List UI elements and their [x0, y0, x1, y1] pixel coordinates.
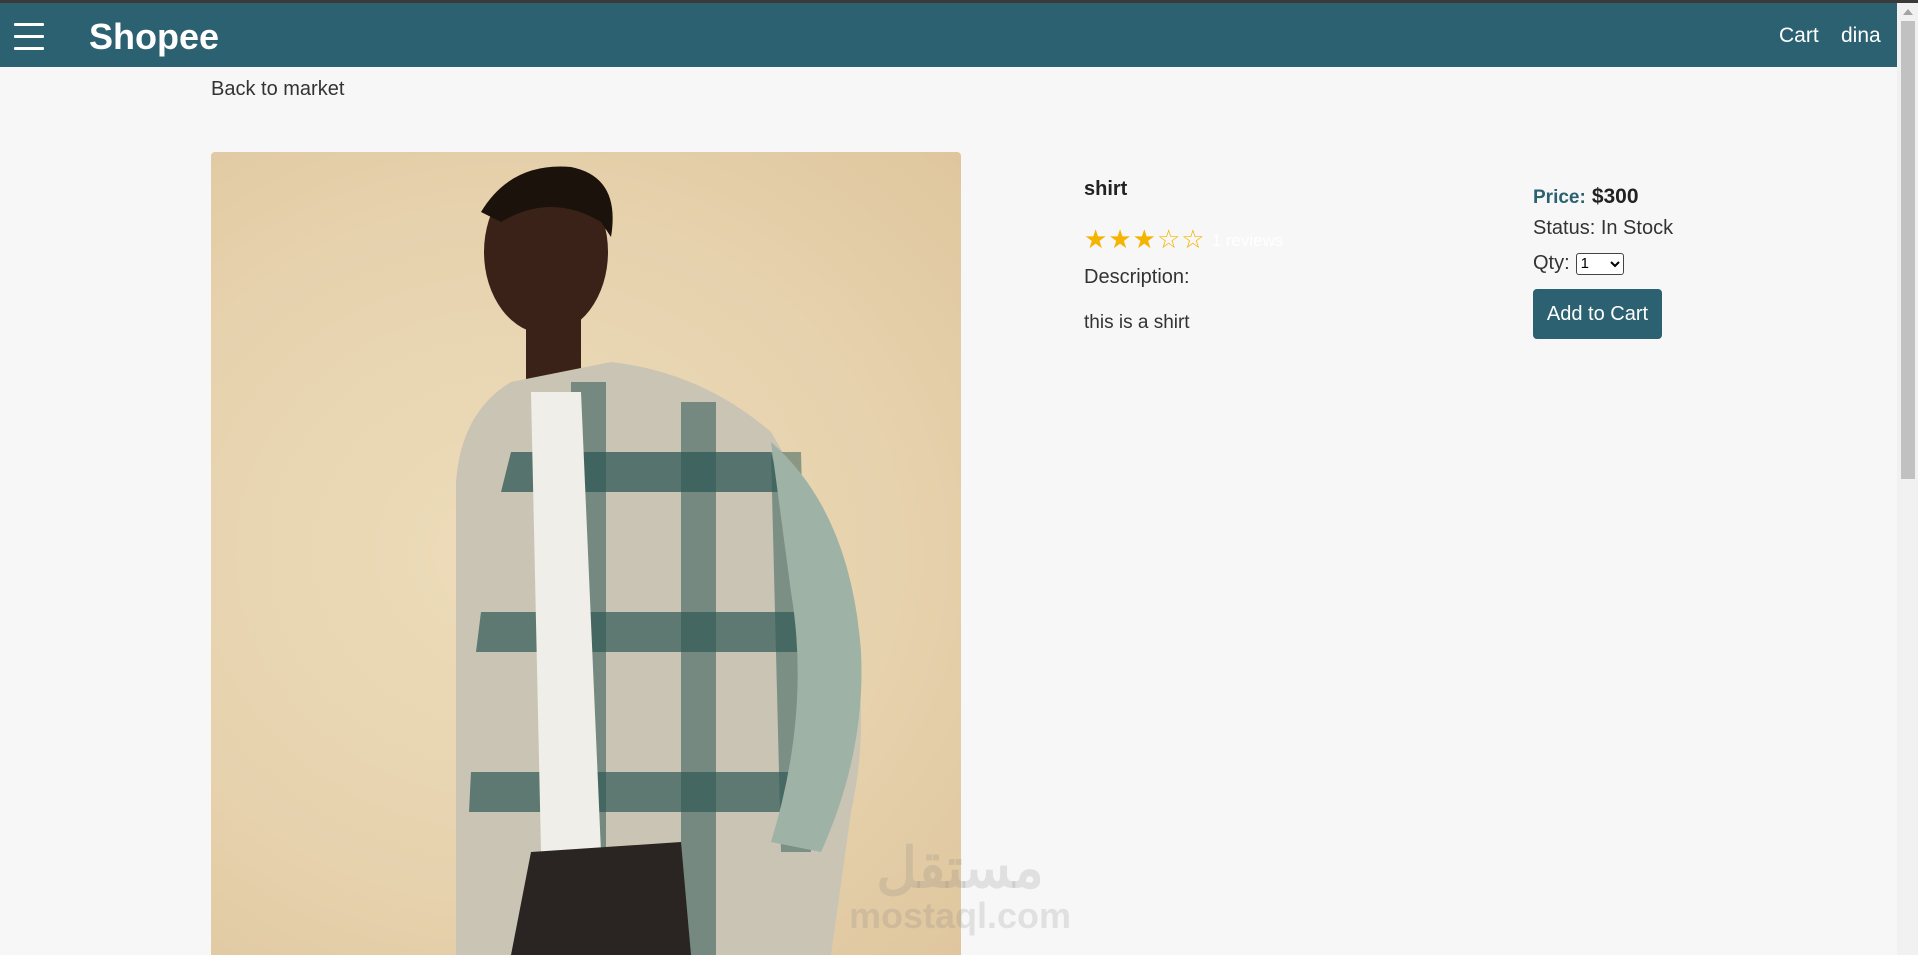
price-label: Price:: [1533, 187, 1586, 208]
product-photo-illustration: [456, 166, 862, 955]
star-filled-icon: ★: [1108, 224, 1132, 254]
price-row: Price: $300: [1533, 185, 1639, 209]
nav-cart-link[interactable]: Cart: [1779, 24, 1819, 48]
product-image: [211, 152, 961, 955]
quantity-label: Qty:: [1533, 252, 1570, 274]
vertical-scrollbar[interactable]: [1897, 3, 1918, 955]
product-title: shirt: [1084, 178, 1128, 200]
brand-logo[interactable]: Shopee: [89, 17, 219, 57]
star-filled-icon: ★: [1132, 224, 1156, 254]
hamburger-menu-icon[interactable]: [14, 23, 44, 50]
star-empty-icon: ☆: [1156, 224, 1181, 254]
price-value: $300: [1591, 185, 1639, 208]
add-to-cart-button[interactable]: Add to Cart: [1533, 289, 1662, 339]
scroll-up-arrow-icon[interactable]: [1903, 9, 1913, 15]
description-label: Description:: [1084, 266, 1190, 288]
description-text: this is a shirt: [1084, 312, 1190, 333]
quantity-row: Qty: 1: [1533, 252, 1624, 275]
quantity-select[interactable]: 1: [1575, 252, 1624, 275]
star-filled-icon: ★: [1084, 224, 1108, 254]
product-rating: ★ ★ ★ ☆ ☆ 1 reviews: [1084, 226, 1283, 252]
back-to-market-link[interactable]: Back to market: [211, 78, 344, 101]
reviews-count: 1 reviews: [1211, 231, 1284, 250]
nav-user-link[interactable]: dina: [1841, 24, 1881, 48]
star-empty-icon: ☆: [1181, 224, 1205, 254]
top-navbar: Shopee Cart dina: [0, 3, 1897, 67]
stock-status: Status: In Stock: [1533, 217, 1674, 239]
scrollbar-thumb[interactable]: [1901, 21, 1915, 479]
